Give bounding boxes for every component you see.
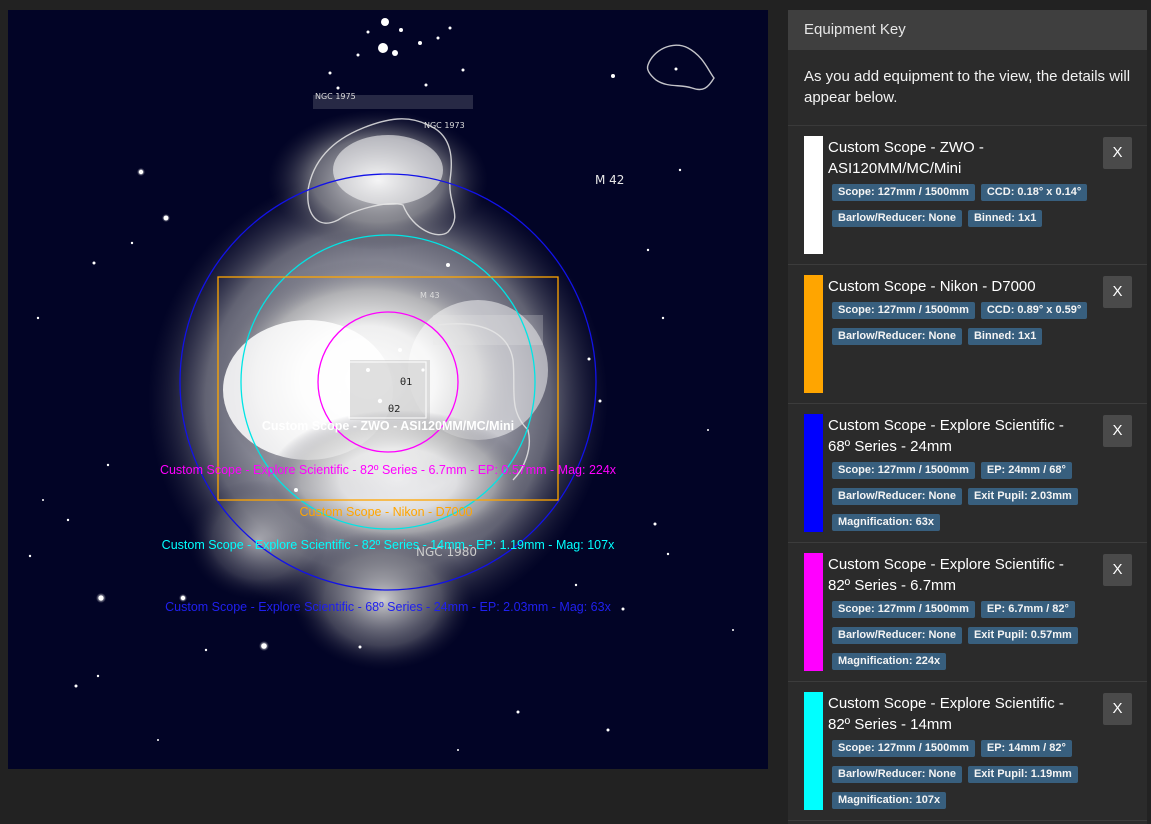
equipment-key-panel: Equipment Key As you add equipment to th… bbox=[788, 10, 1147, 824]
badge-binned: Binned: 1x1 bbox=[967, 210, 1043, 227]
fov-label-nikon: Custom Scope - Nikon - D7000 bbox=[300, 505, 473, 519]
label-theta1: θ1 bbox=[400, 377, 412, 388]
label-ngc1975: NGC 1975 bbox=[315, 92, 356, 101]
equipment-item: Custom Scope - Nikon - D7000 Scope: 127m… bbox=[788, 265, 1147, 404]
panel-intro-text: As you add equipment to the view, the de… bbox=[788, 50, 1147, 126]
badge-scope: Scope: 127mm / 1500mm bbox=[832, 184, 975, 201]
remove-equipment-button[interactable]: X bbox=[1103, 276, 1132, 308]
equipment-title: Custom Scope - Explore Scientific - 68º … bbox=[828, 417, 1064, 455]
remove-equipment-button[interactable]: X bbox=[1103, 693, 1132, 725]
equipment-item: Custom Scope - Explore Scientific - 68º … bbox=[788, 404, 1147, 543]
color-swatch bbox=[804, 414, 823, 532]
remove-equipment-button[interactable]: X bbox=[1103, 415, 1132, 447]
label-m43: M 43 bbox=[420, 291, 440, 300]
remove-equipment-button[interactable]: X bbox=[1103, 137, 1132, 169]
badge-barlow: Barlow/Reducer: None bbox=[832, 210, 962, 227]
fov-label-82-14mm: Custom Scope - Explore Scientific - 82º … bbox=[162, 538, 615, 552]
badge-scope: Scope: 127mm / 1500mm bbox=[832, 462, 975, 479]
color-swatch bbox=[804, 136, 823, 254]
color-swatch bbox=[804, 553, 823, 671]
equipment-title: Custom Scope - Nikon - D7000 bbox=[828, 278, 1036, 295]
badge-magnification: Magnification: 224x bbox=[832, 653, 947, 670]
sky-chart-viewport[interactable]: NGC 1975 NGC 1973 M 42 M 43 θ1 θ2 NGC 19… bbox=[8, 10, 768, 769]
badge-magnification: Magnification: 63x bbox=[832, 514, 940, 531]
remove-equipment-button[interactable]: X bbox=[1103, 554, 1132, 586]
equipment-title: Custom Scope - Explore Scientific - 82º … bbox=[828, 695, 1064, 733]
badge-barlow: Barlow/Reducer: None bbox=[832, 328, 962, 345]
nebula-image bbox=[148, 95, 608, 670]
badge-exit-pupil: Exit Pupil: 0.57mm bbox=[967, 627, 1078, 644]
badge-exit-pupil: Exit Pupil: 1.19mm bbox=[967, 766, 1078, 783]
badge-ccd: CCD: 0.18° x 0.14° bbox=[980, 184, 1088, 201]
badge-scope: Scope: 127mm / 1500mm bbox=[832, 740, 975, 757]
label-m42: M 42 bbox=[595, 173, 624, 187]
badge-group: Scope: 127mm / 1500mm CCD: 0.89° x 0.59° … bbox=[832, 300, 1102, 352]
badge-group: Scope: 127mm / 1500mm EP: 6.7mm / 82° Bar… bbox=[832, 599, 1102, 677]
badge-ep: EP: 24mm / 68° bbox=[980, 462, 1072, 479]
badge-barlow: Barlow/Reducer: None bbox=[832, 766, 962, 783]
badge-scope: Scope: 127mm / 1500mm bbox=[832, 601, 975, 618]
badge-group: Scope: 127mm / 1500mm EP: 24mm / 68° Barl… bbox=[832, 460, 1102, 538]
label-ngc1973: NGC 1973 bbox=[424, 121, 465, 130]
badge-magnification: Magnification: 107x bbox=[832, 792, 947, 809]
badge-barlow: Barlow/Reducer: None bbox=[832, 488, 962, 505]
fov-label-82-6.7mm: Custom Scope - Explore Scientific - 82º … bbox=[160, 463, 617, 477]
sky-chart-svg[interactable]: NGC 1975 NGC 1973 M 42 M 43 θ1 θ2 NGC 19… bbox=[8, 10, 768, 769]
badge-barlow: Barlow/Reducer: None bbox=[832, 627, 962, 644]
badge-ep: EP: 6.7mm / 82° bbox=[980, 601, 1075, 618]
equipment-item: Custom Scope - ZWO - ASI120MM/MC/Mini Sc… bbox=[788, 126, 1147, 265]
equipment-title: Custom Scope - Explore Scientific - 82º … bbox=[828, 556, 1064, 594]
badge-ccd: CCD: 0.89° x 0.59° bbox=[980, 302, 1088, 319]
panel-title: Equipment Key bbox=[788, 10, 1147, 50]
badge-exit-pupil: Exit Pupil: 2.03mm bbox=[967, 488, 1078, 505]
color-swatch bbox=[804, 275, 823, 393]
equipment-item: Custom Scope - Explore Scientific - 82º … bbox=[788, 543, 1147, 682]
fov-label-zwo: Custom Scope - ZWO - ASI120MM/MC/Mini bbox=[262, 419, 514, 433]
equipment-title: Custom Scope - ZWO - ASI120MM/MC/Mini bbox=[828, 139, 984, 177]
badge-binned: Binned: 1x1 bbox=[967, 328, 1043, 345]
badge-scope: Scope: 127mm / 1500mm bbox=[832, 302, 975, 319]
equipment-item: Custom Scope - Explore Scientific - 82º … bbox=[788, 682, 1147, 821]
badge-group: Scope: 127mm / 1500mm EP: 14mm / 82° Barl… bbox=[832, 738, 1102, 816]
label-theta2: θ2 bbox=[388, 404, 400, 415]
badge-group: Scope: 127mm / 1500mm CCD: 0.18° x 0.14° … bbox=[832, 182, 1102, 234]
fov-label-68-24mm: Custom Scope - Explore Scientific - 68º … bbox=[165, 600, 611, 614]
badge-ep: EP: 14mm / 82° bbox=[980, 740, 1072, 757]
color-swatch bbox=[804, 692, 823, 810]
